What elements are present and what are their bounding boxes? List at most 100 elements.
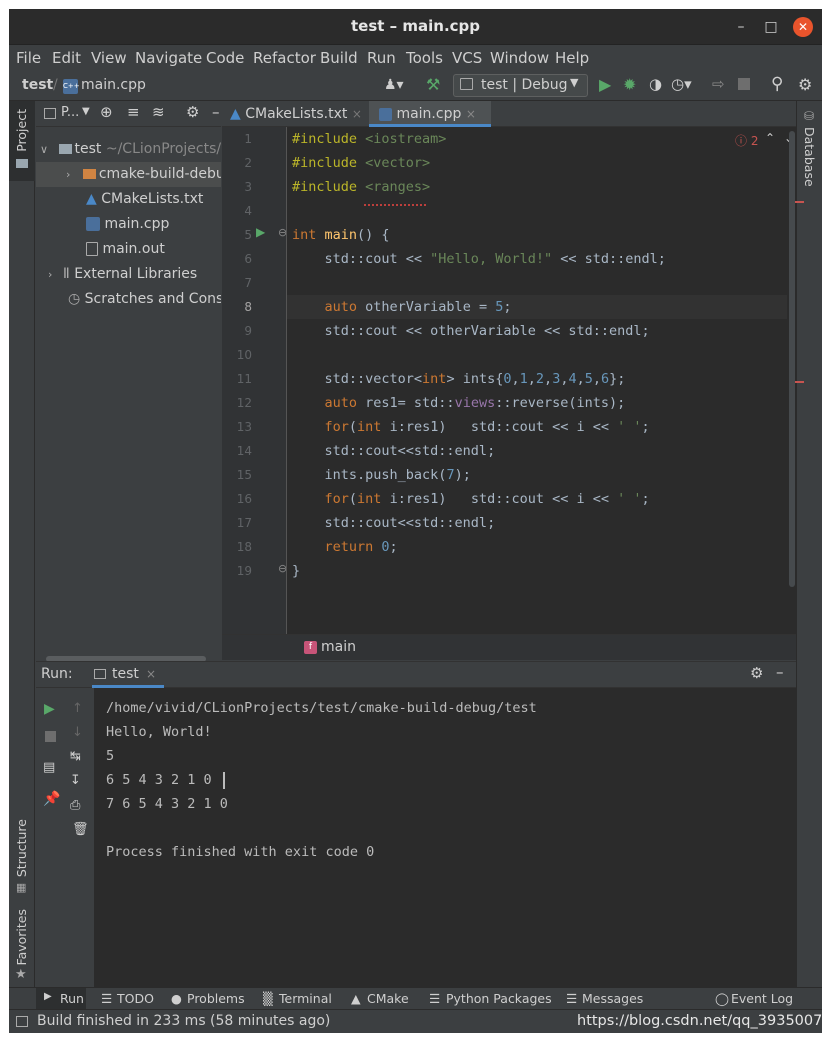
menu-file[interactable]: File [16,49,41,67]
code-line[interactable]: #include <iostream> [292,127,446,151]
locate-crosshair-icon[interactable]: ⊕ [100,103,113,121]
nav-project[interactable]: test [22,77,53,93]
code-line[interactable]: std::cout<<std::endl; [292,439,496,463]
collapse-all-icon[interactable]: ≋ [152,103,165,121]
menu-tools[interactable]: Tools [406,49,443,67]
rerun-icon[interactable]: ▶ [44,701,55,717]
user-icon[interactable]: ♟▾ [384,77,404,93]
code-line[interactable]: #include <vector> [292,151,430,175]
build-hammer-icon[interactable]: ⚒ [426,75,440,94]
code-line[interactable]: } [292,559,300,583]
tree-item-cmake-build-debug[interactable]: › cmake-build-debu [66,162,221,187]
project-view-selector[interactable]: P... [61,105,79,120]
bottom-tab-terminal[interactable]: ▒ Terminal [263,988,343,1010]
down-arrow-icon[interactable]: ↓ [72,725,83,740]
debug-bug-icon[interactable]: ✹ [623,75,636,94]
bottom-tab-run[interactable]: ▶ Run [36,988,86,1010]
menu-edit[interactable]: Edit [52,49,81,67]
code-line[interactable]: for(int i:res1) std::cout << i << ' '; [292,487,650,511]
tab-main-cpp[interactable]: main.cpp × [369,101,491,127]
console-line: 5 [106,748,115,764]
menu-vcs[interactable]: VCS [452,49,482,67]
toggle-panels-icon[interactable] [16,1016,28,1027]
close-tab-icon[interactable]: × [466,107,476,121]
nav-file[interactable]: main.cpp [81,77,146,93]
chevron-down-icon: ▼ [570,76,579,89]
tree-item-main-cpp[interactable]: main.cpp [86,212,221,237]
bottom-tab-todo[interactable]: ☰ TODO [101,988,161,1010]
code-line[interactable]: std::vector<int> ints{0,1,2,3,4,5,6}; [292,367,626,391]
breadcrumb-function[interactable]: main [321,639,356,655]
error-count-badge[interactable]: ⓘ 2 [735,132,758,149]
code-line[interactable]: std::cout << "Hello, World!" << std::end… [292,247,666,271]
pin-icon[interactable]: 📌 [43,791,60,807]
project-tool-button[interactable]: Project [9,101,35,181]
up-arrow-icon[interactable]: ↑ [72,701,83,716]
database-tool-button[interactable]: ⛁ Database [797,107,822,187]
bottom-tab-event-log[interactable]: ◯ Event Log [715,988,795,1010]
menu-navigate[interactable]: Navigate [135,49,202,67]
trash-icon[interactable]: 🗑 [72,822,89,837]
menu-window[interactable]: Window [490,49,549,67]
code-line[interactable]: auto res1= std::views::reverse(ints); [292,391,626,415]
print-icon[interactable]: ⎙ [70,798,80,813]
coverage-icon[interactable]: ◑ [649,75,662,93]
code-token: 2 [535,371,545,387]
code-line[interactable]: std::cout<<std::endl; [292,511,496,535]
hide-panel-icon[interactable]: – [212,103,220,121]
soft-wrap-icon[interactable]: ↹ [70,749,81,764]
run-settings-gear-icon[interactable]: ⚙ [750,664,763,682]
run-config-label: test | Debug [481,77,568,93]
expand-all-icon[interactable]: ≡ [127,103,140,121]
project-tool-label: Project [14,109,29,152]
code-token: 4 [568,371,577,387]
minimize-icon[interactable]: – [731,17,751,37]
code-line[interactable]: ints.push_back(7); [292,463,471,487]
bottom-tab-python-packages[interactable]: ☰ Python Packages [429,988,554,1010]
menu-refactor[interactable]: Refactor [253,49,316,67]
tree-item-main-out[interactable]: main.out [86,237,221,262]
code-line[interactable]: return 0; [292,535,398,559]
tree-item-external-libraries[interactable]: › Ⅱ External Libraries [48,262,221,287]
tab-label: CMakeLists.txt [245,106,348,122]
stop-icon[interactable] [738,78,750,90]
maximize-icon[interactable]: □ [761,17,781,37]
bottom-tab-messages[interactable]: ☰ Messages [566,988,646,1010]
tree-item-cmakelists[interactable]: ▲ CMakeLists.txt [86,187,221,212]
panel-settings-gear-icon[interactable]: ⚙ [186,103,199,121]
close-tab-icon[interactable]: × [146,667,156,681]
code-line[interactable]: std::cout << otherVariable << std::endl; [292,319,650,343]
code-line[interactable]: int main() { [292,223,390,247]
tab-cmakelists[interactable]: ▲ CMakeLists.txt × [226,101,366,127]
structure-tool-button[interactable]: Structure ▦ [9,819,35,899]
favorites-tool-button[interactable]: Favorites ★ [9,909,35,989]
menu-help[interactable]: Help [555,49,589,67]
stop-icon[interactable] [45,731,56,742]
attach-icon[interactable]: ⇨ [712,75,725,93]
code-line[interactable]: for(int i:res1) std::cout << i << ' '; [292,415,650,439]
run-gutter-icon[interactable]: ▶ [256,225,265,239]
menu-code[interactable]: Code [206,49,244,67]
scroll-to-end-icon[interactable]: ↧ [70,773,81,788]
run-config-selector[interactable]: test | Debug ▼ [453,74,588,97]
profiler-icon[interactable]: ◷▾ [671,75,692,93]
run-icon[interactable]: ▶ [599,75,611,94]
close-icon[interactable]: ✕ [793,17,813,37]
bottom-tab-problems[interactable]: ● Problems [171,988,251,1010]
tree-item-test[interactable]: ∨ test ~/CLionProjects/ [40,137,221,162]
menu-build[interactable]: Build [320,49,358,67]
layout-icon[interactable]: ▤ [43,760,55,775]
hide-panel-icon[interactable]: – [776,663,784,681]
run-tab-test[interactable]: test × [92,662,164,688]
code-line[interactable]: #include <ranges> [292,175,430,199]
tree-item-scratches[interactable]: ◷ Scratches and Console [68,287,221,312]
search-icon[interactable]: ⚲ [771,74,783,94]
menu-view[interactable]: View [91,49,127,67]
previous-error-icon[interactable]: ⌃ [765,131,775,145]
menu-run[interactable]: Run [367,49,396,67]
vertical-scrollbar[interactable] [789,131,795,587]
bottom-tab-cmake[interactable]: ▲ CMake [351,988,416,1010]
close-tab-icon[interactable]: × [352,107,362,121]
code-line[interactable]: auto otherVariable = 5; [292,295,512,319]
settings-gear-icon[interactable]: ⚙ [798,75,812,94]
